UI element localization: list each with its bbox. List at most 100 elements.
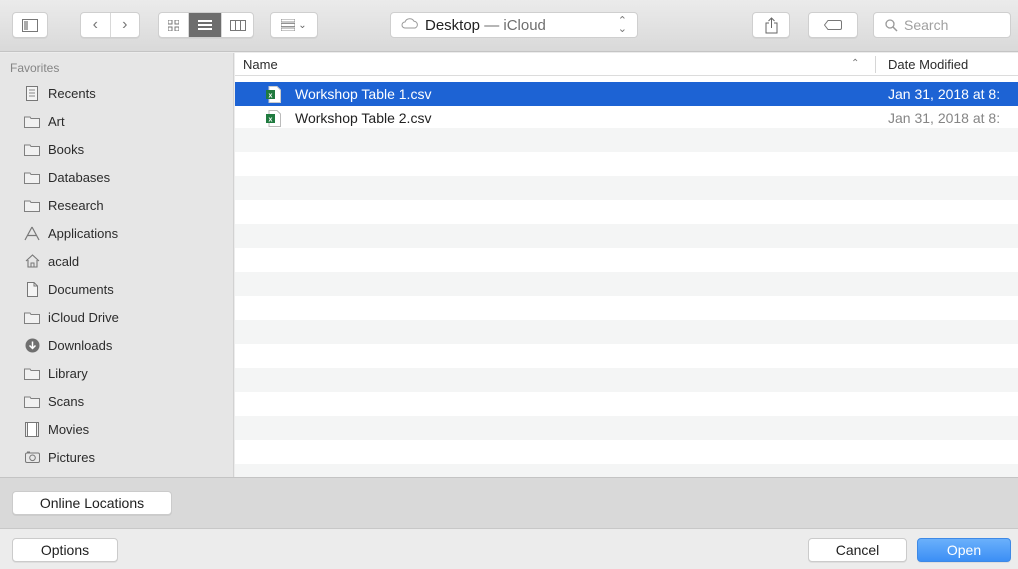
bottom-bar: Options Cancel Open	[0, 530, 1018, 569]
sidebar-item-label: Movies	[48, 421, 90, 437]
arrange-button[interactable]: ⌄	[270, 12, 318, 38]
file-date-modified: Jan 31, 2018 at 8:	[888, 110, 1001, 126]
sidebar-item-label: Databases	[48, 169, 111, 185]
empty-row	[235, 224, 1018, 248]
sidebar-item-label: Downloads	[48, 337, 113, 353]
downloads-icon	[24, 337, 40, 353]
share-icon	[765, 16, 777, 33]
list-header: Name ⌃ Date Modified	[235, 53, 1018, 76]
location-popup[interactable]: Desktop — iCloud ⌃ ⌄	[390, 12, 638, 38]
tag-button[interactable]	[808, 12, 858, 38]
tag-icon	[824, 20, 842, 30]
icon-view-button[interactable]	[159, 13, 189, 37]
sidebar-item-label: iCloud Drive	[48, 309, 119, 325]
location-sub: iCloud	[503, 16, 546, 34]
folder-icon	[24, 365, 40, 381]
sidebar-icon	[22, 18, 38, 32]
location-name: Desktop	[425, 16, 481, 34]
cloud-icon	[401, 18, 423, 32]
svg-text:x: x	[269, 117, 273, 124]
sidebar-item-label: Scans	[48, 393, 85, 409]
file-name: Workshop Table 1.csv	[295, 86, 432, 102]
columns-icon	[229, 19, 246, 31]
search-field[interactable]: Search	[873, 12, 1011, 38]
movies-icon	[24, 421, 40, 437]
sidebar-item-applications[interactable]: Applications	[0, 219, 233, 247]
sidebar-item-books[interactable]: Books	[0, 135, 233, 163]
sidebar-item-library[interactable]: Library	[0, 359, 233, 387]
online-locations-button[interactable]: Online Locations	[12, 491, 172, 515]
locations-bar: Online Locations	[0, 477, 1018, 529]
list-view-button[interactable]	[189, 13, 222, 37]
folder-icon	[24, 141, 40, 157]
empty-row	[235, 176, 1018, 200]
toolbar: ‹ › ⌄ Desktop — iCloud ⌃ ⌄ Search	[0, 0, 1018, 52]
folder-icon	[24, 393, 40, 409]
sidebar: Favorites Recents Art Books Databases Re…	[0, 53, 234, 477]
column-divider[interactable]	[875, 56, 876, 73]
sidebar-item-label: Pictures	[48, 449, 95, 465]
sidebar-item-databases[interactable]: Databases	[0, 163, 233, 191]
applications-icon	[24, 225, 40, 241]
folder-icon	[24, 197, 40, 213]
sidebar-item-scans[interactable]: Scans	[0, 387, 233, 415]
online-locations-label: Online Locations	[39, 495, 145, 511]
column-header-date-modified[interactable]: Date Modified	[888, 57, 968, 72]
sidebar-item-pictures[interactable]: Pictures	[0, 443, 233, 471]
updown-chevron-icon: ⌃ ⌄	[617, 15, 627, 35]
sidebar-heading: Favorites	[10, 61, 60, 75]
share-button[interactable]	[752, 12, 790, 38]
open-button[interactable]: Open	[917, 538, 1011, 562]
column-header-name[interactable]: Name	[243, 57, 278, 72]
excel-csv-icon: x	[266, 110, 281, 130]
svg-text:x: x	[269, 93, 273, 100]
pictures-icon	[24, 449, 40, 465]
sidebar-item-art[interactable]: Art	[0, 107, 233, 135]
forward-button[interactable]: ›	[111, 13, 140, 37]
sidebar-toggle-button[interactable]	[12, 12, 48, 38]
empty-row	[235, 128, 1018, 152]
chevron-down-icon: ⌄	[298, 19, 307, 31]
chevron-right-icon: ›	[122, 16, 128, 33]
search-placeholder: Search	[904, 17, 949, 33]
empty-row	[235, 320, 1018, 344]
sidebar-item-movies[interactable]: Movies	[0, 415, 233, 443]
file-row-workshop-table-2[interactable]: x Workshop Table 2.csv Jan 31, 2018 at 8…	[235, 106, 1018, 130]
folder-icon	[24, 169, 40, 185]
folder-icon	[24, 309, 40, 325]
open-label: Open	[946, 542, 982, 558]
grid-icon	[168, 19, 179, 31]
sidebar-item-recents[interactable]: Recents	[0, 79, 233, 107]
location-label: Desktop — iCloud	[425, 17, 546, 34]
excel-csv-icon: x	[266, 86, 281, 106]
empty-row	[235, 272, 1018, 296]
sidebar-item-downloads[interactable]: Downloads	[0, 331, 233, 359]
arrange-grid-icon	[281, 19, 296, 31]
back-forward-control: ‹ ›	[80, 12, 140, 38]
cancel-button[interactable]: Cancel	[808, 538, 907, 562]
search-icon	[885, 19, 898, 32]
options-button[interactable]: Options	[12, 538, 118, 562]
file-name: Workshop Table 2.csv	[295, 110, 432, 126]
back-button[interactable]: ‹	[81, 13, 111, 37]
sidebar-item-label: Applications	[48, 225, 119, 241]
sidebar-item-documents[interactable]: Documents	[0, 275, 233, 303]
sidebar-item-research[interactable]: Research	[0, 191, 233, 219]
file-row-workshop-table-1[interactable]: x Workshop Table 1.csv Jan 31, 2018 at 8…	[235, 82, 1018, 106]
empty-row	[235, 416, 1018, 440]
view-mode-control	[158, 12, 254, 38]
recents-icon	[24, 85, 40, 101]
documents-icon	[24, 281, 40, 297]
empty-row	[235, 368, 1018, 392]
sidebar-item-icloud-drive[interactable]: iCloud Drive	[0, 303, 233, 331]
folder-icon	[24, 113, 40, 129]
home-icon	[24, 253, 40, 269]
sidebar-item-label: Art	[48, 113, 65, 129]
cancel-label: Cancel	[835, 542, 880, 558]
sidebar-item-label: Library	[48, 365, 88, 381]
sidebar-item-label: Documents	[48, 281, 114, 297]
sort-ascending-icon: ⌃	[851, 58, 860, 69]
column-view-button[interactable]	[222, 13, 253, 37]
sidebar-item-acald[interactable]: acald	[0, 247, 233, 275]
options-label: Options	[40, 542, 90, 558]
